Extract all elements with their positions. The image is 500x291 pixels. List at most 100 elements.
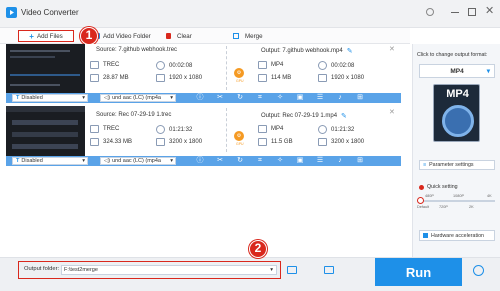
merge-label: Merge [245, 32, 263, 40]
output-name: Output: 7.github webhook.mp4 ✎ [261, 47, 353, 55]
clear-button[interactable]: Clear [166, 30, 192, 42]
out-resolution: 3200 x 1800 [318, 138, 364, 146]
src-size: 28.87 MB [90, 74, 129, 82]
edit-icon[interactable]: ✎ [347, 47, 353, 55]
gpu-label: GPU [236, 142, 244, 146]
bottom-bar: Output folder: F:\test2merge ▾ Run [0, 257, 500, 291]
crop-icon[interactable]: ⌗ [256, 157, 264, 165]
add-video-folder-button[interactable]: Add Video Folder [93, 30, 151, 42]
run-button[interactable]: Run [375, 258, 462, 286]
watermark-icon[interactable]: ▣ [296, 94, 304, 102]
window-title: Video Converter [21, 8, 79, 17]
file-item[interactable]: Source: 7.github webhook.trec Output: 7.… [6, 44, 401, 94]
audio-edit-icon[interactable]: ♪ [336, 157, 344, 165]
rotate-icon[interactable]: ↻ [236, 157, 244, 165]
info-icon[interactable]: ⓘ [196, 94, 204, 102]
src-duration-text: 00:02:08 [169, 62, 193, 69]
audio-edit-icon[interactable]: ♪ [336, 94, 344, 102]
clock-icon [156, 61, 165, 70]
open-folder-icon[interactable] [287, 266, 297, 274]
format-image[interactable]: MP4 [433, 84, 480, 142]
item-toolbar: T Disabled ▾ ◁) und aac (LC) (mp4a ▾ ⓘ ✂… [6, 156, 401, 166]
chapter-icon[interactable]: ⊞ [356, 94, 364, 102]
remove-item-icon[interactable]: ✕ [389, 108, 395, 116]
video-thumbnail [6, 44, 85, 94]
cut-icon[interactable]: ✂ [216, 157, 224, 165]
add-files-button[interactable]: + Add Files [18, 30, 74, 42]
effects-icon[interactable]: ✧ [276, 157, 284, 165]
slider-handle[interactable] [417, 197, 424, 204]
subtitle-icon: T [16, 95, 20, 101]
file-size-icon [90, 74, 99, 82]
gpu-icon: ⚙ [234, 68, 244, 78]
merge-button[interactable]: Merge [233, 30, 263, 42]
out-duration: 00:02:08 [318, 61, 354, 70]
callout-1: 1 [80, 27, 98, 45]
resolution-icon [318, 74, 327, 82]
subtitle-dropdown[interactable]: T Disabled ▾ [12, 94, 88, 102]
trash-icon [166, 33, 171, 39]
src-res-text: 3200 x 1800 [169, 139, 203, 145]
resolution-icon [156, 74, 165, 82]
film-reel-icon [442, 105, 474, 137]
output-name: Output: Rec 07-29-19 1.mp4 ✎ [261, 112, 347, 120]
chapter-icon[interactable]: ⊞ [356, 157, 364, 165]
chevron-down-icon: ▾ [486, 68, 490, 75]
out-res-text: 3200 x 1800 [331, 139, 365, 145]
format-selector[interactable]: MP4 ▾ [419, 64, 495, 78]
subtitle-value: Disabled [21, 158, 43, 164]
alarm-clock-icon[interactable] [473, 265, 484, 276]
watermark-icon[interactable]: ▣ [296, 157, 304, 165]
hardware-acceleration-toggle[interactable]: Hardware acceleration [419, 230, 495, 241]
subtitle-edit-icon[interactable]: ☰ [316, 157, 324, 165]
rotate-icon[interactable]: ↻ [236, 94, 244, 102]
subtitle-dropdown[interactable]: T Disabled ▾ [12, 157, 88, 165]
audio-icon: ◁) [104, 95, 111, 101]
maximize-button[interactable] [468, 8, 476, 16]
output-path-value: F:\test2merge [64, 267, 98, 273]
quick-setting-text: Quick setting [427, 184, 458, 190]
crop-icon[interactable]: ⌗ [256, 94, 264, 102]
audio-dropdown[interactable]: ◁) und aac (LC) (mp4a ▾ [100, 94, 176, 102]
src-duration: 01:21:32 [156, 125, 192, 134]
src-res-text: 1920 x 1080 [169, 75, 203, 81]
edit-icon[interactable]: ✎ [341, 112, 347, 120]
remove-item-icon[interactable]: ✕ [389, 45, 395, 53]
output-name-text: Output: Rec 07-29-19 1.mp4 [261, 113, 338, 119]
subtitle-edit-icon[interactable]: ☰ [316, 94, 324, 102]
output-folder-input[interactable]: F:\test2merge ▾ [61, 265, 277, 275]
cut-icon[interactable]: ✂ [216, 94, 224, 102]
settings-icon[interactable] [426, 8, 434, 16]
format-icon [90, 61, 99, 69]
app-logo-icon [6, 7, 17, 18]
close-button[interactable]: ✕ [485, 6, 494, 17]
plus-icon: + [29, 31, 34, 41]
out-size: 11.5 GB [258, 138, 293, 146]
run-label: Run [405, 264, 432, 280]
clock-icon [318, 125, 327, 134]
file-item[interactable]: Source: Rec 07-29-19 1.trec Output: Rec … [6, 106, 401, 156]
info-icon[interactable]: ⓘ [196, 157, 204, 165]
quick-setting-label: Quick setting [419, 184, 458, 190]
format-icon [258, 125, 267, 133]
out-size-text: 11.5 GB [271, 139, 293, 145]
source-name: Source: 7.github webhook.trec [96, 47, 178, 53]
param-settings-label: Parameter settings [429, 162, 474, 168]
src-duration-text: 01:21:32 [169, 126, 193, 133]
out-duration-text: 01:21:32 [331, 126, 355, 133]
parameter-settings-button[interactable]: ≡ Parameter settings [419, 160, 495, 170]
gpu-icon: ⚙ [234, 131, 244, 141]
checkbox-icon [423, 233, 428, 238]
file-size-icon [258, 138, 267, 146]
minimize-button[interactable] [451, 12, 459, 13]
quality-slider[interactable] [417, 197, 495, 204]
audio-value: und aac (LC) (mp4a [112, 95, 161, 101]
audio-dropdown[interactable]: ◁) und aac (LC) (mp4a ▾ [100, 157, 176, 165]
mp4-format-label: MP4 [446, 88, 469, 100]
video-thumbnail [6, 106, 85, 156]
effects-icon[interactable]: ✧ [276, 94, 284, 102]
browse-folder-icon[interactable] [324, 266, 334, 274]
hw-accel-label: Hardware acceleration [431, 232, 484, 239]
chevron-down-icon: ▾ [170, 95, 173, 101]
arrow-divider [226, 46, 227, 90]
